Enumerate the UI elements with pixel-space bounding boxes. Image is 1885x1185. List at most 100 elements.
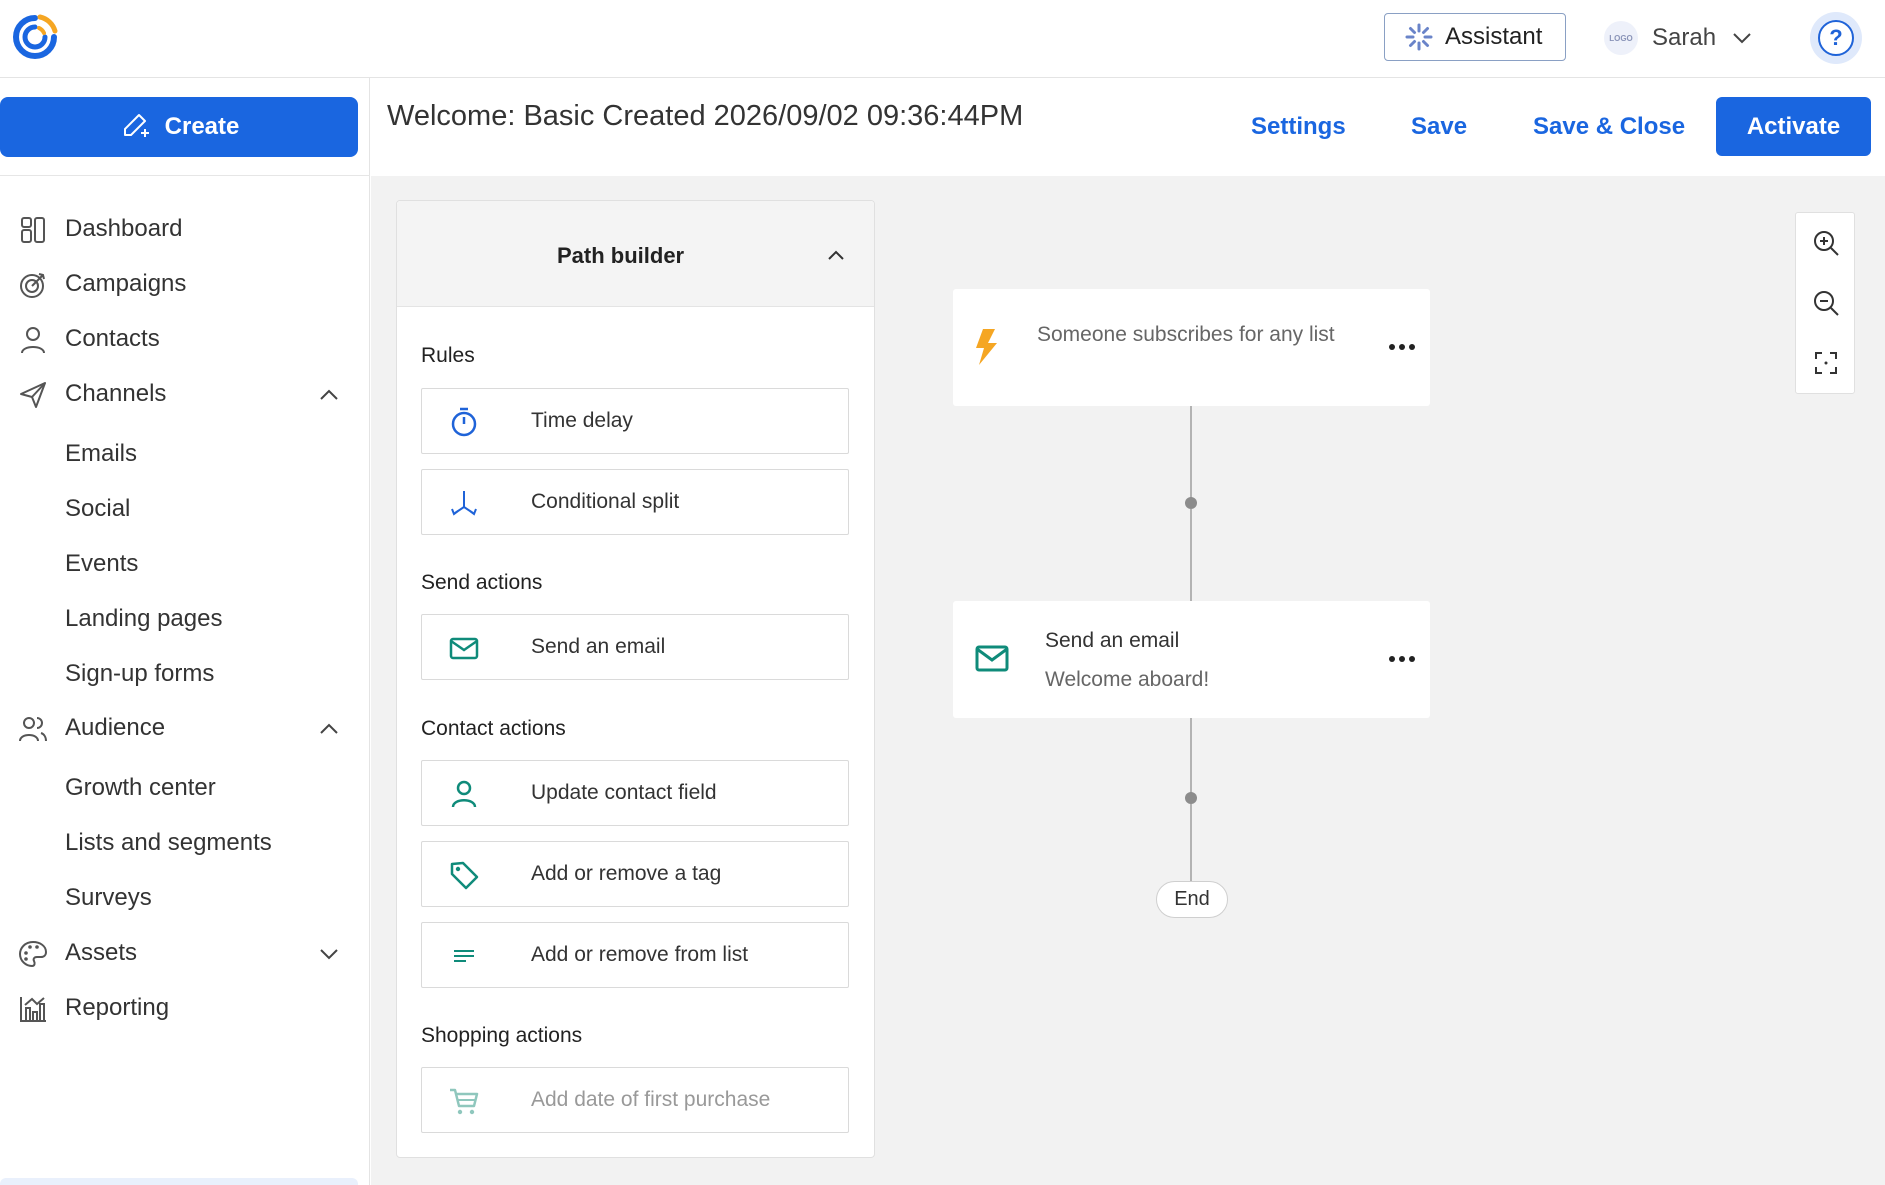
app-logo-icon[interactable]	[10, 12, 60, 62]
sidebar-item-contacts[interactable]: Contacts	[0, 314, 370, 364]
sidebar-item-signup-forms[interactable]: Sign-up forms	[0, 649, 370, 699]
chevron-down-icon	[320, 949, 338, 960]
help-icon: ?	[1818, 20, 1854, 56]
sidebar-item-social[interactable]: Social	[0, 484, 370, 534]
sidebar-item-label: Audience	[65, 714, 166, 741]
sparkle-icon	[1405, 23, 1433, 51]
shopping-cart-icon	[450, 1088, 479, 1115]
sidebar-item-label: Dashboard	[65, 215, 183, 242]
zoom-out-icon[interactable]	[1811, 288, 1841, 318]
sidebar-item-assets[interactable]: Assets	[0, 928, 370, 978]
sidebar-item-growth-center[interactable]: Growth center	[0, 763, 370, 813]
envelope-icon	[975, 645, 1009, 672]
save-close-button[interactable]: Save & Close	[1533, 113, 1685, 141]
section-rules: Rules	[421, 344, 475, 367]
settings-button[interactable]: Settings	[1251, 113, 1346, 141]
section-contact-actions: Contact actions	[421, 717, 566, 740]
list-lines-icon	[454, 950, 474, 962]
zoom-controls	[1795, 212, 1855, 394]
sidebar-item-label: Contacts	[65, 325, 160, 352]
chevron-up-icon	[320, 723, 338, 734]
bar-chart-icon	[20, 997, 46, 1022]
add-step-dot[interactable]	[1185, 497, 1197, 509]
more-options-icon[interactable]	[1387, 649, 1417, 669]
section-send-actions: Send actions	[421, 571, 543, 594]
sidebar-item-events[interactable]: Events	[0, 539, 370, 589]
lightning-bolt-icon	[976, 329, 997, 365]
sidebar-item-channels[interactable]: Channels	[0, 369, 370, 419]
sidebar-item-surveys[interactable]: Surveys	[0, 873, 370, 923]
chevron-up-icon	[828, 250, 844, 260]
activate-button[interactable]: Activate	[1716, 97, 1871, 156]
conditional-split-card[interactable]: Conditional split	[421, 469, 849, 535]
chevron-up-icon	[320, 389, 338, 400]
paper-plane-icon	[20, 382, 46, 408]
top-bar: Assistant LOGO Sarah ?	[0, 0, 1885, 78]
email-step-title: Send an email	[1045, 629, 1180, 652]
stopwatch-icon	[451, 407, 477, 437]
account-logo: LOGO	[1604, 21, 1638, 55]
help-button[interactable]: ?	[1810, 12, 1862, 64]
fit-to-screen-icon[interactable]	[1811, 348, 1841, 378]
create-button[interactable]: Create	[0, 97, 358, 157]
dashboard-icon	[21, 217, 45, 243]
sidebar-item-label: Channels	[65, 380, 167, 407]
assistant-label: Assistant	[1445, 23, 1543, 50]
sidebar-item-audience[interactable]: Audience	[0, 703, 370, 753]
add-remove-tag-card[interactable]: Add or remove a tag	[421, 841, 849, 907]
path-builder-header[interactable]: Path builder	[397, 201, 874, 307]
sidebar-item-campaigns[interactable]: Campaigns	[0, 259, 370, 309]
add-step-dot[interactable]	[1185, 792, 1197, 804]
end-node: End	[1156, 881, 1228, 918]
people-icon	[19, 717, 47, 742]
send-email-step-card[interactable]: Send an email Welcome aboard!	[953, 601, 1430, 718]
envelope-icon	[449, 637, 479, 660]
sidebar-item-lists-segments[interactable]: Lists and segments	[0, 818, 370, 868]
sidebar-item-label: Assets	[65, 939, 138, 966]
create-label: Create	[164, 113, 240, 140]
sidebar-item-label: Lists and segments	[65, 829, 272, 856]
palette-icon	[18, 940, 48, 968]
sidebar-item-label: Surveys	[65, 884, 152, 911]
sidebar-item-label: Growth center	[65, 774, 216, 801]
person-icon	[21, 327, 45, 354]
add-remove-list-label: Add or remove from list	[531, 943, 749, 966]
update-contact-field-card[interactable]: Update contact field	[421, 760, 849, 826]
conditional-split-label: Conditional split	[531, 490, 680, 513]
more-options-icon[interactable]	[1387, 337, 1417, 357]
sidebar-item-label: Sign-up forms	[65, 660, 215, 687]
section-shopping-actions: Shopping actions	[421, 1024, 583, 1047]
add-remove-tag-label: Add or remove a tag	[531, 862, 722, 885]
email-step-subtitle: Welcome aboard!	[1045, 668, 1210, 691]
sidebar-item-label: Events	[65, 550, 139, 577]
sidebar-divider	[0, 175, 370, 176]
assistant-button[interactable]: Assistant	[1384, 13, 1566, 61]
pencil-plus-icon	[123, 114, 149, 137]
target-icon	[20, 273, 45, 298]
send-email-label: Send an email	[531, 635, 666, 658]
user-name: Sarah	[1652, 24, 1717, 51]
add-first-purchase-card[interactable]: Add date of first purchase	[421, 1067, 849, 1133]
save-button[interactable]: Save	[1411, 113, 1467, 141]
add-first-purchase-label: Add date of first purchase	[531, 1088, 771, 1111]
sidebar-item-label: Emails	[65, 440, 138, 467]
tag-icon	[450, 861, 479, 890]
sidebar-item-highlight[interactable]	[0, 1178, 358, 1185]
flow-connector	[1190, 406, 1192, 498]
send-email-card[interactable]: Send an email	[421, 614, 849, 680]
sidebar-item-landing-pages[interactable]: Landing pages	[0, 594, 370, 644]
sidebar: Create Dashboard Campaigns Contacts Chan…	[0, 78, 370, 1185]
zoom-in-icon[interactable]	[1811, 228, 1841, 258]
sidebar-item-dashboard[interactable]: Dashboard	[0, 204, 370, 254]
time-delay-card[interactable]: Time delay	[421, 388, 849, 454]
flow-connector	[1190, 509, 1192, 601]
sidebar-item-label: Campaigns	[65, 270, 187, 297]
person-icon	[451, 780, 477, 808]
add-remove-list-card[interactable]: Add or remove from list	[421, 922, 849, 988]
sidebar-item-reporting[interactable]: Reporting	[0, 983, 370, 1033]
account-menu[interactable]: LOGO Sarah	[1604, 18, 1754, 58]
chevron-down-icon	[1733, 33, 1751, 44]
sidebar-item-emails[interactable]: Emails	[0, 429, 370, 479]
split-arrows-icon	[451, 491, 477, 516]
trigger-step-card[interactable]: Someone subscribes for any list	[953, 289, 1430, 406]
